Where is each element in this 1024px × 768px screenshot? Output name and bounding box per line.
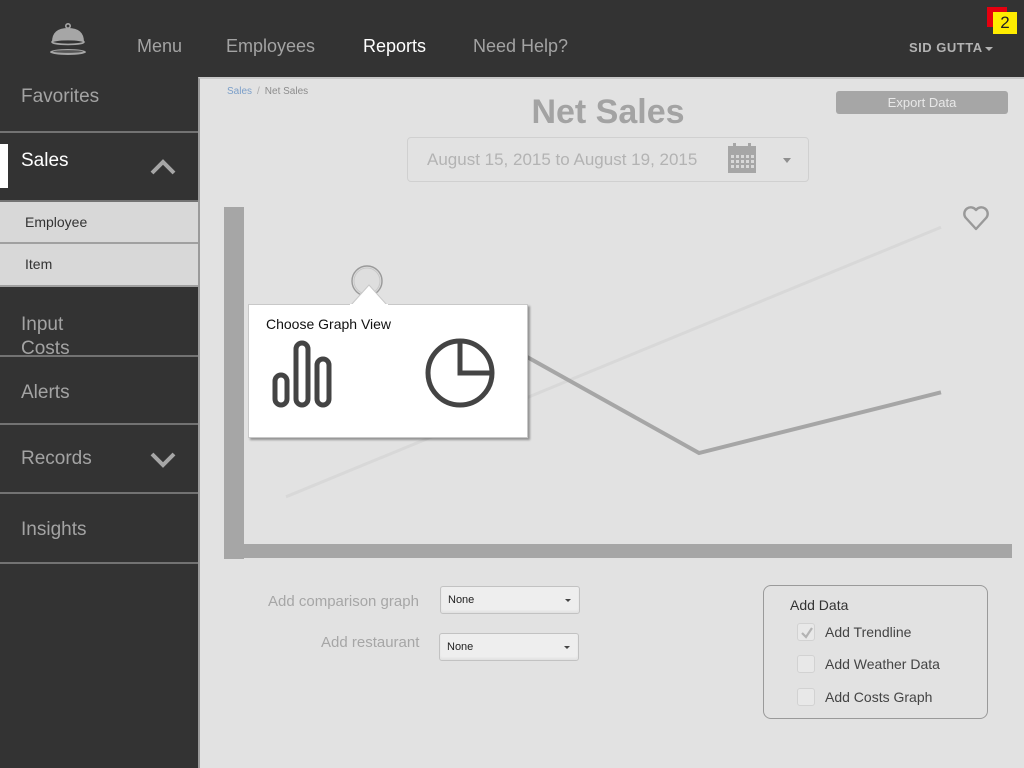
active-indicator <box>0 144 8 188</box>
cloche-icon[interactable] <box>48 22 88 58</box>
checkmark-icon <box>801 627 813 639</box>
sidebar-subitem-label: Employee <box>25 214 88 230</box>
heart-icon[interactable] <box>962 204 990 232</box>
sidebar-item-label: Input Costs <box>21 314 70 357</box>
checkbox-label: Add Trendline <box>825 624 912 640</box>
sidebar-subitem-label: Item <box>25 256 53 272</box>
sidebar-subitem-employee[interactable]: Employee <box>0 202 198 244</box>
pie-chart-icon[interactable] <box>423 336 497 410</box>
sidebar: Favorites Sales Employee Item Input Cost… <box>0 77 198 768</box>
user-menu[interactable]: SID GUTTA <box>909 40 993 55</box>
popup-pointer <box>350 284 388 306</box>
date-range-picker[interactable]: August 15, 2015 to August 19, 2015 <box>407 137 809 182</box>
calendar-icon[interactable] <box>728 143 756 173</box>
comparison-graph-select[interactable]: None <box>440 586 580 614</box>
sidebar-item-insights[interactable]: Insights <box>0 494 198 564</box>
sidebar-item-label: Favorites <box>21 86 100 107</box>
y-axis <box>224 207 244 559</box>
sidebar-item-records[interactable]: Records <box>0 425 198 494</box>
checkbox-unchecked[interactable] <box>797 688 815 706</box>
graph-view-popup: Choose Graph View <box>248 304 528 438</box>
checkbox-label: Add Weather Data <box>825 656 940 672</box>
chevron-down-icon[interactable] <box>150 452 176 468</box>
chevron-up-icon[interactable] <box>150 159 176 175</box>
popup-title: Choose Graph View <box>266 316 392 332</box>
nav-menu[interactable]: Menu <box>137 36 182 57</box>
caret-down-icon <box>984 46 993 51</box>
sidebar-item-alerts[interactable]: Alerts <box>0 357 198 425</box>
nav-reports[interactable]: Reports <box>363 36 426 57</box>
main-content: Sales / Net Sales Net Sales Export Data Au… <box>198 77 1024 768</box>
caret-down-icon <box>565 599 571 602</box>
sidebar-item-input-costs[interactable]: Input Costs <box>0 287 198 357</box>
sidebar-item-label: Sales <box>21 150 69 171</box>
caret-down-icon[interactable] <box>783 158 791 163</box>
checkbox-checked[interactable] <box>797 623 815 641</box>
sidebar-item-label: Records <box>21 448 92 469</box>
add-data-panel: Add Data Add Trendline Add Weather Data … <box>763 585 988 719</box>
user-name: SID GUTTA <box>909 40 983 55</box>
checkbox-label: Add Costs Graph <box>825 689 933 705</box>
export-data-button[interactable]: Export Data <box>836 91 1008 114</box>
restaurant-label: Add restaurant <box>321 634 420 651</box>
notification-badge[interactable]: 2 <box>993 12 1017 34</box>
caret-down-icon <box>564 646 570 649</box>
bar-chart-icon[interactable] <box>271 339 341 409</box>
sidebar-item-sales[interactable]: Sales <box>0 133 198 202</box>
checkbox-unchecked[interactable] <box>797 655 815 673</box>
top-navigation-bar: Menu Employees Reports Need Help? SID GU… <box>0 0 1024 77</box>
sidebar-item-label: Insights <box>21 519 87 540</box>
comparison-graph-label: Add comparison graph <box>268 593 419 610</box>
add-data-title: Add Data <box>790 597 849 613</box>
restaurant-select[interactable]: None <box>439 633 579 661</box>
x-axis <box>224 544 1012 558</box>
sidebar-item-favorites[interactable]: Favorites <box>0 77 198 133</box>
restaurant-value: None <box>447 641 474 653</box>
comparison-graph-value: None <box>448 594 475 606</box>
date-range-text: August 15, 2015 to August 19, 2015 <box>427 150 698 169</box>
nav-need-help[interactable]: Need Help? <box>473 36 568 57</box>
sidebar-item-label: Alerts <box>21 382 70 403</box>
sidebar-subitem-item[interactable]: Item <box>0 244 198 287</box>
net-sales-line <box>523 353 942 456</box>
nav-employees[interactable]: Employees <box>226 36 315 57</box>
